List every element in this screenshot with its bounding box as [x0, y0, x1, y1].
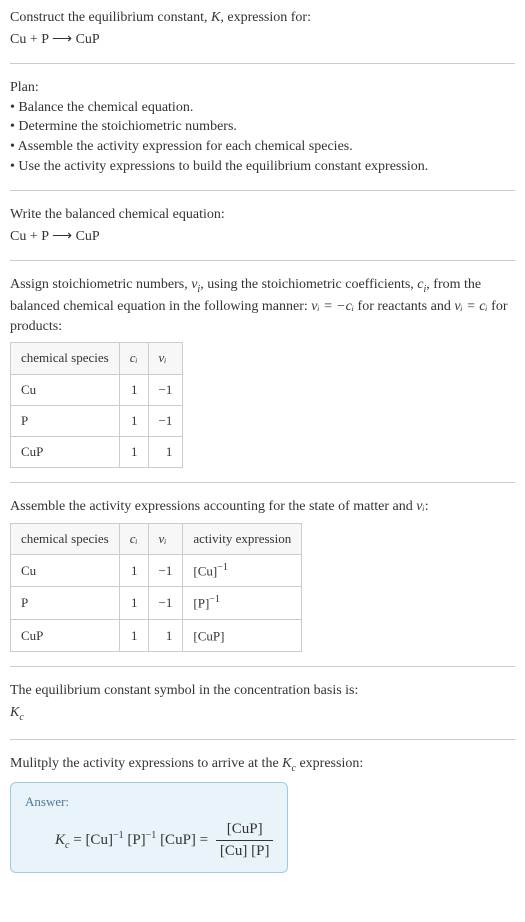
answer-box: Answer: Kc = [Cu]−1 [P]−1 [CuP] = [CuP][…	[10, 782, 288, 873]
plan-step-1: • Balance the chemical equation.	[10, 98, 515, 118]
table-row: P 1 −1	[11, 405, 183, 436]
plan-section: Plan: • Balance the chemical equation. •…	[10, 78, 515, 176]
table-row: P 1 −1 [P]−1	[11, 587, 302, 620]
divider	[10, 739, 515, 740]
symbol-label: The equilibrium constant symbol in the c…	[10, 681, 515, 701]
col-species: chemical species	[11, 343, 120, 374]
divider	[10, 482, 515, 483]
plan-step-3: • Assemble the activity expression for e…	[10, 137, 515, 157]
table-header-row: chemical species cᵢ νᵢ	[11, 343, 183, 374]
prompt-equation: Cu + P ⟶ CuP	[10, 30, 515, 50]
table-row: Cu 1 −1 [Cu]−1	[11, 554, 302, 587]
multiply-section: Mulitply the activity expressions to arr…	[10, 754, 515, 873]
balanced-section: Write the balanced chemical equation: Cu…	[10, 205, 515, 246]
divider	[10, 63, 515, 64]
table-row: CuP 1 1	[11, 436, 183, 467]
balanced-label: Write the balanced chemical equation:	[10, 205, 515, 225]
assemble-text: Assemble the activity expressions accoun…	[10, 497, 515, 517]
balanced-equation: Cu + P ⟶ CuP	[10, 227, 515, 247]
table-row: Cu 1 −1	[11, 374, 183, 405]
header-section: Construct the equilibrium constant, K, e…	[10, 8, 515, 49]
table-header-row: chemical species cᵢ νᵢ activity expressi…	[11, 523, 302, 554]
table-row: CuP 1 1 [CuP]	[11, 619, 302, 652]
col-ci: cᵢ	[119, 343, 148, 374]
plan-step-2: • Determine the stoichiometric numbers.	[10, 117, 515, 137]
col-activity: activity expression	[183, 523, 302, 554]
plan-step-4: • Use the activity expressions to build …	[10, 157, 515, 177]
fraction: [CuP][Cu] [P]	[216, 819, 274, 862]
assign-text: Assign stoichiometric numbers, νi, using…	[10, 275, 515, 336]
divider	[10, 666, 515, 667]
kc-symbol: Kc	[10, 703, 515, 725]
answer-label: Answer:	[25, 793, 273, 811]
divider	[10, 190, 515, 191]
assemble-section: Assemble the activity expressions accoun…	[10, 497, 515, 652]
symbol-section: The equilibrium constant symbol in the c…	[10, 681, 515, 724]
prompt-a: Construct the equilibrium constant,	[10, 10, 211, 25]
activity-table: chemical species cᵢ νᵢ activity expressi…	[10, 523, 302, 653]
prompt-b: , expression for:	[220, 10, 311, 25]
col-nui: νᵢ	[148, 523, 183, 554]
prompt-text: Construct the equilibrium constant, K, e…	[10, 8, 515, 28]
plan-title: Plan:	[10, 78, 515, 98]
kc-expression: Kc = [Cu]−1 [P]−1 [CuP] = [CuP][Cu] [P]	[25, 819, 273, 862]
col-species: chemical species	[11, 523, 120, 554]
col-nui: νᵢ	[148, 343, 183, 374]
assign-section: Assign stoichiometric numbers, νi, using…	[10, 275, 515, 468]
divider	[10, 260, 515, 261]
k-symbol: K	[211, 10, 220, 25]
col-ci: cᵢ	[119, 523, 148, 554]
multiply-text: Mulitply the activity expressions to arr…	[10, 754, 515, 776]
stoich-table: chemical species cᵢ νᵢ Cu 1 −1 P 1 −1 Cu…	[10, 342, 183, 468]
